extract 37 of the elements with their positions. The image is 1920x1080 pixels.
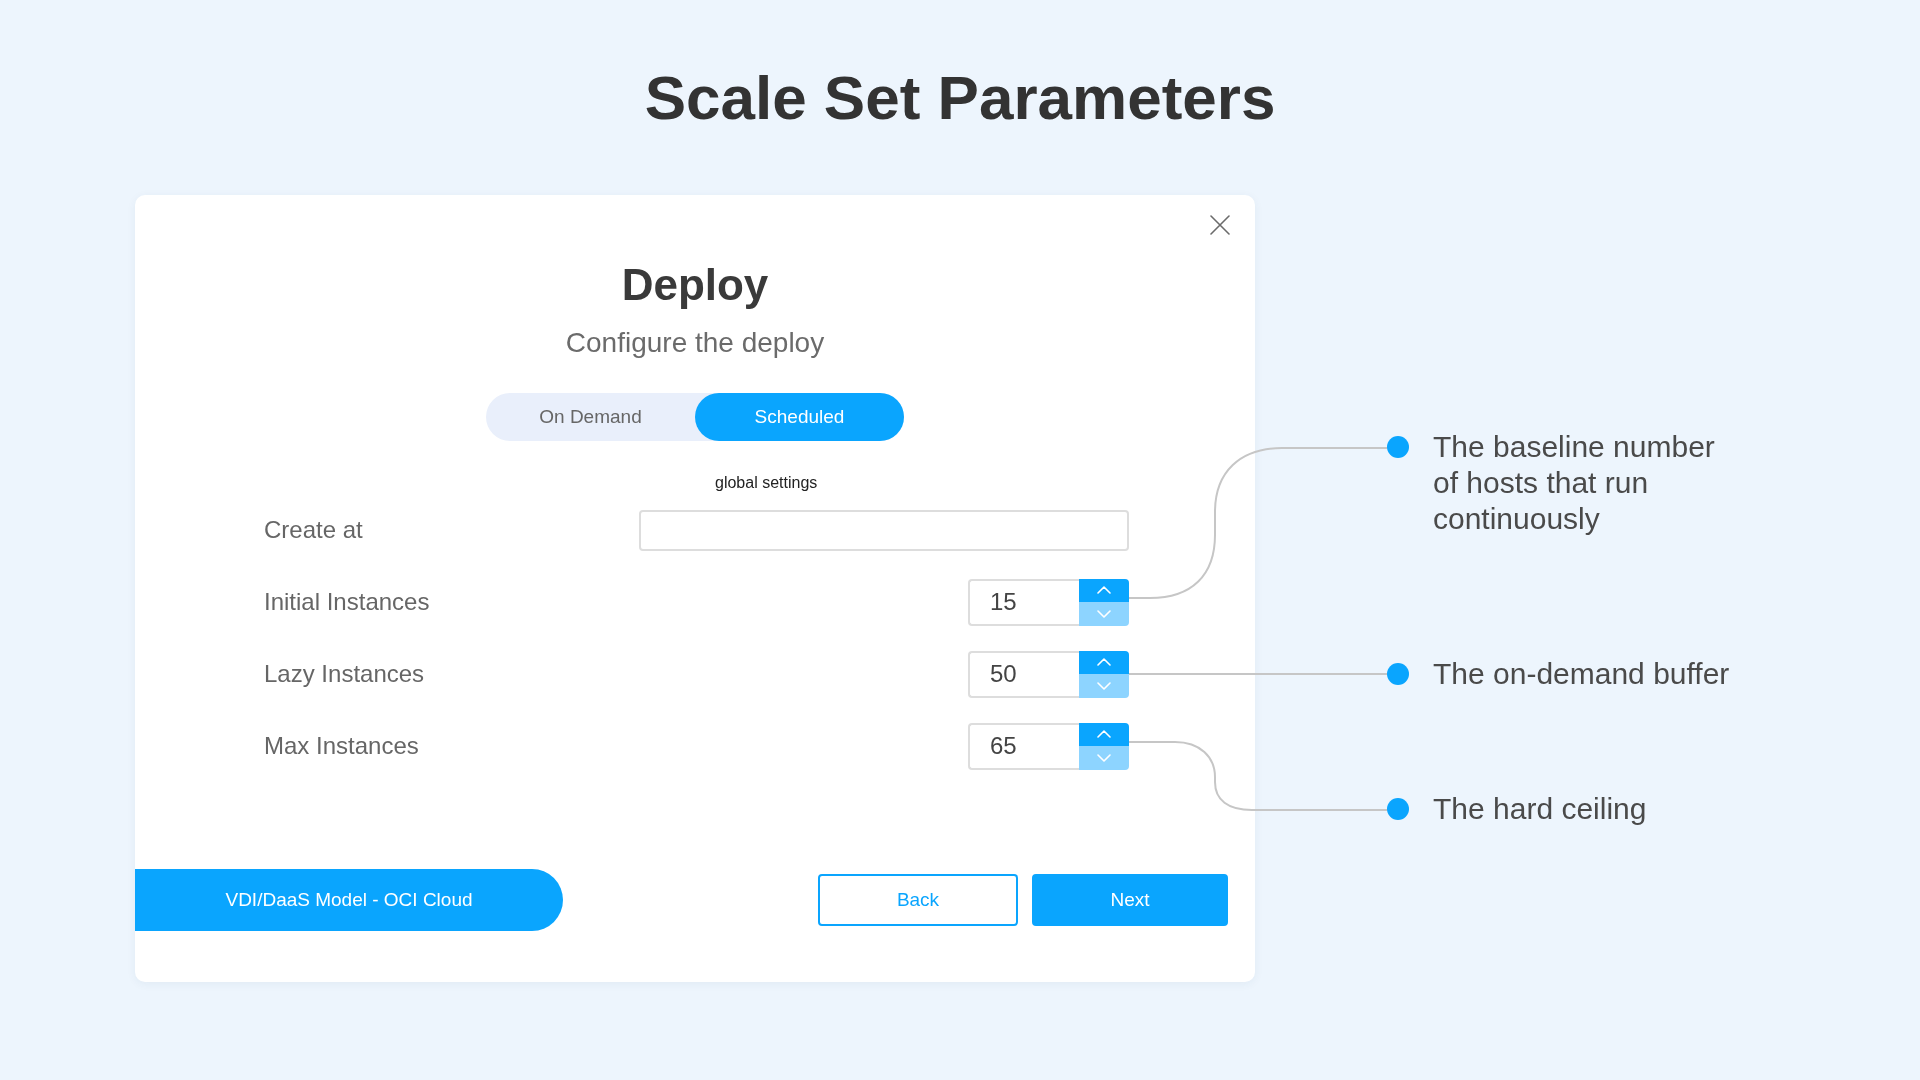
chevron-down-icon bbox=[1097, 681, 1111, 690]
field-label: Max Instances bbox=[264, 731, 419, 761]
model-banner: VDI/DaaS Model - OCI Cloud bbox=[135, 869, 563, 931]
section-label: global settings bbox=[715, 473, 818, 493]
decrement-button[interactable] bbox=[1079, 746, 1129, 770]
increment-button[interactable] bbox=[1079, 722, 1129, 746]
chevron-down-icon bbox=[1097, 609, 1111, 618]
chevron-down-icon bbox=[1097, 753, 1111, 762]
next-button[interactable]: Next bbox=[1032, 874, 1228, 926]
close-icon bbox=[1210, 215, 1230, 235]
chevron-up-icon bbox=[1097, 586, 1111, 595]
field-label: Initial Instances bbox=[264, 587, 430, 617]
mode-tab[interactable]: Scheduled bbox=[695, 393, 904, 441]
close-button[interactable] bbox=[1210, 215, 1230, 235]
dot-icon bbox=[1387, 798, 1409, 820]
increment-button[interactable] bbox=[1079, 650, 1129, 674]
chevron-up-icon bbox=[1097, 730, 1111, 739]
dot-icon bbox=[1387, 663, 1409, 685]
dot-icon bbox=[1387, 436, 1409, 458]
field-label: Lazy Instances bbox=[264, 659, 425, 689]
dialog-subtitle: Configure the deploy bbox=[565, 326, 825, 360]
number-input[interactable]: 15 bbox=[968, 578, 1079, 626]
callout-text: The on-demand buffer bbox=[1433, 656, 1731, 692]
number-input[interactable]: 50 bbox=[968, 650, 1079, 698]
number-input[interactable]: 65 bbox=[968, 722, 1079, 770]
callout-text: The baseline number of hosts that run continuously bbox=[1433, 429, 1716, 537]
mode-tab[interactable]: On Demand bbox=[486, 393, 695, 441]
decrement-button[interactable] bbox=[1079, 674, 1129, 698]
page-title: Scale Set Parameters bbox=[644, 62, 1276, 134]
chevron-up-icon bbox=[1097, 658, 1111, 667]
increment-button[interactable] bbox=[1079, 578, 1129, 602]
dialog-title: Deploy bbox=[621, 259, 769, 311]
back-button[interactable]: Back bbox=[818, 874, 1018, 926]
decrement-button[interactable] bbox=[1079, 602, 1129, 626]
text-input[interactable] bbox=[639, 509, 1129, 551]
field-label: Create at bbox=[264, 515, 363, 545]
callout-text: The hard ceiling bbox=[1433, 791, 1648, 827]
